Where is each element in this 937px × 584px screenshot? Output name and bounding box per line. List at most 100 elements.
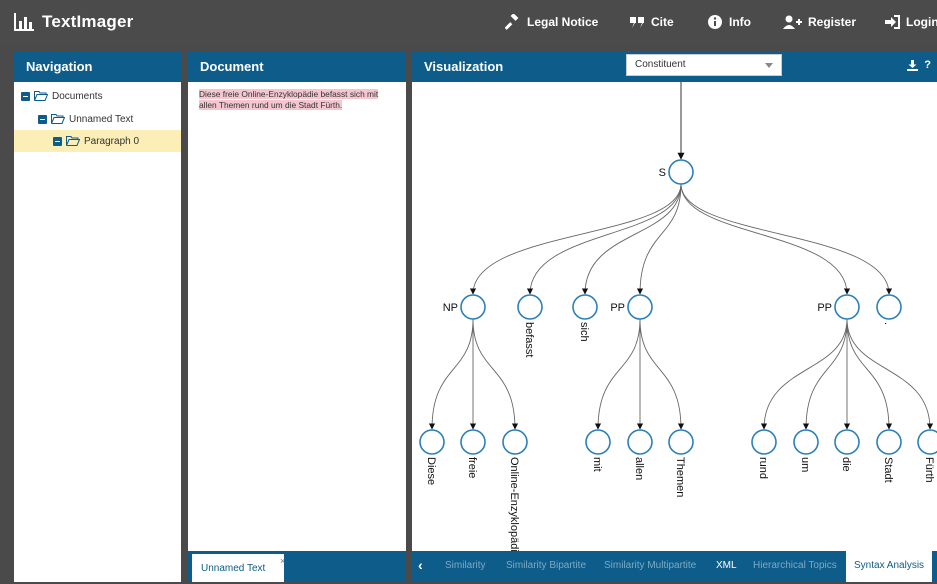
user-plus-icon	[783, 15, 802, 29]
register-link[interactable]: Register	[782, 13, 856, 31]
node-leaf-5-label: Themen	[674, 457, 686, 497]
node-s[interactable]	[668, 159, 694, 185]
tree-item-paragraph-0[interactable]: Paragraph 0	[14, 130, 181, 152]
collapse-icon[interactable]	[21, 91, 30, 101]
collapse-icon[interactable]	[38, 114, 47, 124]
help-icon[interactable]: ?	[924, 59, 931, 71]
node-period-label: .	[882, 322, 894, 325]
document-tabbar: Unnamed Text ×	[188, 551, 406, 582]
login-label: Login	[906, 15, 937, 29]
node-leaf-4[interactable]	[627, 429, 653, 455]
node-np[interactable]	[460, 294, 486, 320]
edge	[581, 183, 682, 295]
tab-similarity-multipartite[interactable]: Similarity Multipartite	[604, 560, 696, 571]
node-pp-2[interactable]	[834, 294, 860, 320]
tree-item-label: Paragraph 0	[84, 135, 140, 147]
info-icon	[708, 15, 722, 29]
tree-item-unnamed-text[interactable]: Unnamed Text	[14, 108, 181, 130]
node-leaf-5[interactable]	[668, 429, 694, 455]
document-panel: Document Diese freie Online-Enzyklopädie…	[188, 51, 406, 582]
info-link[interactable]: Info	[707, 13, 751, 31]
node-befasst[interactable]	[517, 294, 543, 320]
node-leaf-10[interactable]	[917, 429, 937, 455]
tab-xml[interactable]: XML	[716, 560, 737, 571]
edge	[428, 318, 474, 430]
node-leaf-1[interactable]	[460, 429, 486, 455]
brand[interactable]: TextImager	[14, 12, 133, 32]
node-leaf-7-label: um	[799, 457, 811, 472]
node-leaf-8[interactable]	[834, 429, 860, 455]
edge	[760, 318, 848, 430]
edge	[680, 183, 851, 295]
folder-open-icon	[66, 136, 80, 146]
node-leaf-3[interactable]	[585, 429, 611, 455]
node-leaf-10-label: Fürth	[923, 457, 935, 483]
visualization-type-value: Constituent	[635, 59, 686, 70]
visualization-type-select[interactable]: Constituent	[626, 54, 782, 76]
edge	[639, 318, 685, 430]
folder-open-icon	[51, 114, 65, 124]
chevron-down-icon	[765, 63, 773, 68]
app-title: TextImager	[42, 12, 134, 31]
cite-label: Cite	[651, 15, 674, 29]
login-link[interactable]: Login	[884, 13, 937, 31]
visualization-tabbar: ‹ Similarity Similarity Bipartite Simila…	[412, 551, 937, 582]
document-tab[interactable]: Unnamed Text ×	[192, 554, 285, 582]
node-s-label: S	[659, 167, 666, 179]
gavel-icon	[505, 14, 519, 30]
tab-syntax-analysis[interactable]: Syntax Analysis	[846, 551, 933, 582]
edge	[636, 183, 682, 295]
legal-notice-link[interactable]: Legal Notice	[505, 13, 598, 31]
tree-item-documents[interactable]: Documents	[14, 85, 181, 107]
node-leaf-1-label: freie	[466, 457, 478, 478]
node-sich-label: sich	[578, 322, 590, 342]
edge	[472, 318, 519, 430]
node-pp-1[interactable]	[627, 294, 653, 320]
node-leaf-9[interactable]	[876, 429, 902, 455]
download-icon[interactable]	[907, 59, 919, 71]
node-leaf-0[interactable]	[419, 429, 445, 455]
bar-chart-icon	[14, 13, 34, 31]
node-period[interactable]	[876, 294, 902, 320]
node-leaf-2-label: Online-Enzyklopädie	[508, 457, 520, 551]
edge	[680, 183, 893, 295]
visualization-title: Visualization	[424, 59, 504, 74]
quote-icon	[630, 17, 644, 28]
top-navbar: TextImager Legal Notice Cite Info Regist…	[0, 0, 937, 44]
collapse-icon[interactable]	[53, 136, 62, 146]
chevron-left-icon[interactable]: ‹	[418, 557, 423, 573]
node-leaf-7[interactable]	[793, 429, 819, 455]
node-pp-2-label: PP	[817, 302, 832, 314]
node-leaf-9-label: Stadt	[882, 457, 894, 483]
folder-open-icon	[34, 91, 48, 101]
close-icon[interactable]: ×	[280, 556, 285, 566]
edge	[469, 183, 682, 295]
edge	[802, 318, 848, 430]
document-header: Document	[188, 51, 406, 82]
tab-similarity[interactable]: Similarity	[445, 560, 486, 571]
node-leaf-6-label: rund	[757, 457, 769, 479]
node-leaf-2[interactable]	[502, 429, 528, 455]
tree-item-label: Documents	[52, 90, 103, 102]
node-leaf-8-label: die	[840, 457, 852, 472]
node-np-label: NP	[443, 302, 458, 314]
syntax-tree-graph[interactable]: S NP befasst sich PP PP. Diese freie Online-Enzy…	[412, 82, 937, 551]
tab-similarity-bipartite[interactable]: Similarity Bipartite	[506, 560, 586, 571]
legal-notice-label: Legal Notice	[527, 15, 599, 29]
register-label: Register	[808, 15, 857, 29]
node-sich[interactable]	[572, 294, 598, 320]
edge	[526, 183, 682, 295]
node-leaf-3-label: mit	[591, 457, 603, 472]
info-label: Info	[729, 15, 751, 29]
edge	[846, 318, 893, 430]
sign-in-icon	[885, 15, 900, 29]
node-leaf-0-label: Diese	[425, 457, 437, 485]
navigation-header: Navigation	[14, 51, 181, 82]
tree-item-label: Unnamed Text	[69, 113, 134, 125]
visualization-panel: Visualization Constituent ? S NP befasst si…	[412, 51, 937, 582]
tab-hierarchical-topics[interactable]: Hierarchical Topics	[753, 560, 837, 571]
cite-link[interactable]: Cite	[629, 13, 674, 31]
document-text[interactable]: Diese freie Online-Enzyklopädie befasst …	[199, 89, 395, 111]
node-leaf-6[interactable]	[751, 429, 777, 455]
edge	[846, 318, 934, 430]
